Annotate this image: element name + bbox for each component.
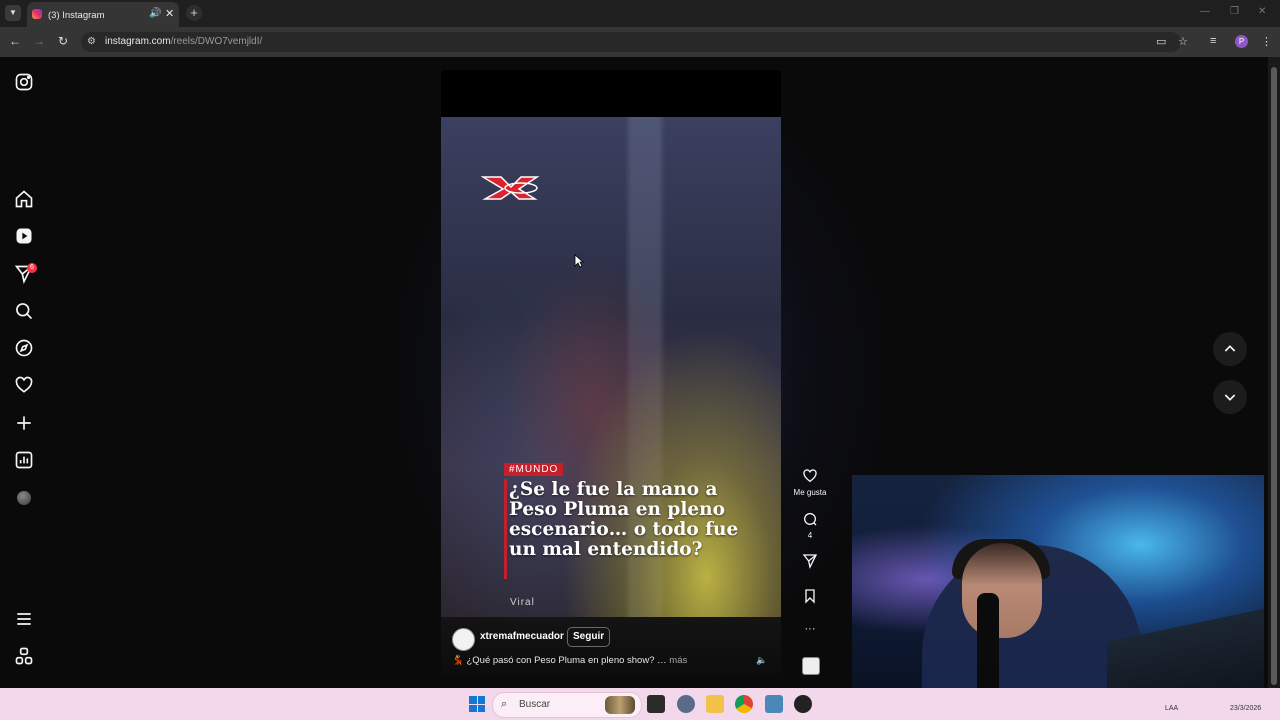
browser-menu-icon[interactable]: ⋮: [1261, 35, 1272, 48]
minimize-icon[interactable]: —: [1200, 6, 1210, 17]
taskbar-search[interactable]: ⌕ Buscar: [492, 692, 642, 718]
bookmark-star-icon[interactable]: ☆: [1178, 35, 1188, 48]
create-plus-icon[interactable]: [14, 413, 34, 433]
volume-icon[interactable]: 🔈: [754, 652, 770, 668]
url-path: /reels/DWO7vemjldI/: [170, 36, 263, 47]
install-app-icon[interactable]: ▭: [1156, 35, 1166, 48]
window-close-icon[interactable]: ✕: [1258, 6, 1266, 17]
forward-icon[interactable]: →: [31, 34, 47, 48]
reel-info-bar: xtremafmecuador Seguir 💃 ¿Qué pasó con P…: [441, 617, 781, 676]
taskbar-search-placeholder: Buscar: [519, 699, 551, 710]
tab-close-icon[interactable]: ✕: [165, 7, 174, 20]
reel-card[interactable]: #MUNDO ¿Se le fue la mano a Peso Pluma e…: [441, 70, 781, 676]
tab-search-button[interactable]: ▼: [5, 5, 21, 21]
tab-title: (3) Instagram: [48, 10, 105, 21]
tray-date[interactable]: 23/3/2026: [1230, 705, 1261, 712]
address-bar[interactable]: ⚙ instagram.com/reels/DWO7vemjldI/: [81, 32, 1181, 52]
notifications-badge: 6: [27, 263, 37, 273]
category-tag: #MUNDO: [504, 463, 564, 476]
search-icon[interactable]: [14, 301, 34, 321]
save-bookmark-icon[interactable]: [800, 588, 820, 609]
dashboard-icon[interactable]: [14, 450, 34, 470]
caption-more-link[interactable]: más: [669, 655, 687, 666]
like-icon[interactable]: [800, 468, 820, 489]
taskbar-search-icon: ⌕: [501, 698, 508, 710]
file-explorer-icon[interactable]: [706, 695, 724, 713]
next-reel-button[interactable]: [1213, 380, 1247, 414]
settings-gear-icon[interactable]: [677, 695, 695, 713]
reels-icon[interactable]: [14, 226, 34, 246]
more-menu-icon[interactable]: [14, 609, 34, 629]
follow-button[interactable]: Seguir: [567, 627, 611, 647]
meta-apps-icon[interactable]: [14, 646, 34, 666]
chrome-icon[interactable]: [735, 695, 753, 713]
previous-reel-button[interactable]: [1213, 332, 1247, 366]
like-label: Me gusta: [793, 488, 827, 497]
back-icon[interactable]: ←: [7, 34, 23, 48]
mouse-cursor-icon: [574, 254, 584, 268]
channel-name[interactable]: xtremafmecuador: [480, 631, 564, 642]
notifications-heart-icon[interactable]: [14, 375, 34, 395]
browser-tab-instagram[interactable]: (3) Instagram 🔊 ✕: [27, 2, 179, 27]
caption-text: ¿Qué pasó con Peso Pluma en pleno show? …: [466, 655, 667, 666]
reel-caption[interactable]: 💃 ¿Qué pasó con Peso Pluma en pleno show…: [452, 655, 687, 666]
windows-start-icon[interactable]: [469, 696, 485, 712]
page-scrollbar[interactable]: [1268, 57, 1280, 688]
new-tab-button[interactable]: +: [186, 5, 202, 21]
media-controls-icon[interactable]: ≡: [1210, 35, 1216, 47]
obs-icon[interactable]: [794, 695, 812, 713]
instagram-logo-icon[interactable]: [14, 72, 34, 92]
reel-video[interactable]: #MUNDO ¿Se le fue la mano a Peso Pluma e…: [441, 117, 781, 617]
headline-accent-bar: [504, 479, 507, 579]
site-info-icon[interactable]: ⚙: [87, 36, 96, 47]
explore-icon[interactable]: [14, 338, 34, 358]
reload-icon[interactable]: ↻: [55, 34, 71, 48]
home-icon[interactable]: [14, 189, 34, 209]
xtrema-logo: [481, 176, 540, 200]
webcam-overlay: [852, 475, 1264, 707]
task-view-icon[interactable]: [647, 695, 665, 713]
url-host: instagram.com: [105, 36, 171, 47]
comment-icon[interactable]: [800, 511, 820, 532]
tray-language[interactable]: LAA: [1165, 705, 1178, 712]
instagram-favicon-icon: [32, 9, 42, 19]
profile-avatar-icon[interactable]: [17, 491, 31, 505]
caption-emoji: 💃: [452, 655, 464, 666]
comment-count: 4: [807, 531, 813, 540]
channel-avatar[interactable]: [452, 628, 475, 651]
restore-icon[interactable]: ❐: [1230, 6, 1239, 17]
search-highlight-image: [605, 696, 635, 714]
viral-label: Viral: [510, 597, 535, 608]
reel-headline: ¿Se le fue la mano a Peso Pluma en pleno…: [509, 479, 739, 560]
original-audio-thumbnail[interactable]: [802, 657, 820, 675]
share-icon[interactable]: [800, 553, 820, 574]
profile-avatar[interactable]: P: [1235, 35, 1248, 48]
tab-audio-icon[interactable]: 🔊: [149, 8, 161, 19]
app-window-icon[interactable]: [765, 695, 783, 713]
more-options-icon[interactable]: ···: [800, 623, 820, 635]
